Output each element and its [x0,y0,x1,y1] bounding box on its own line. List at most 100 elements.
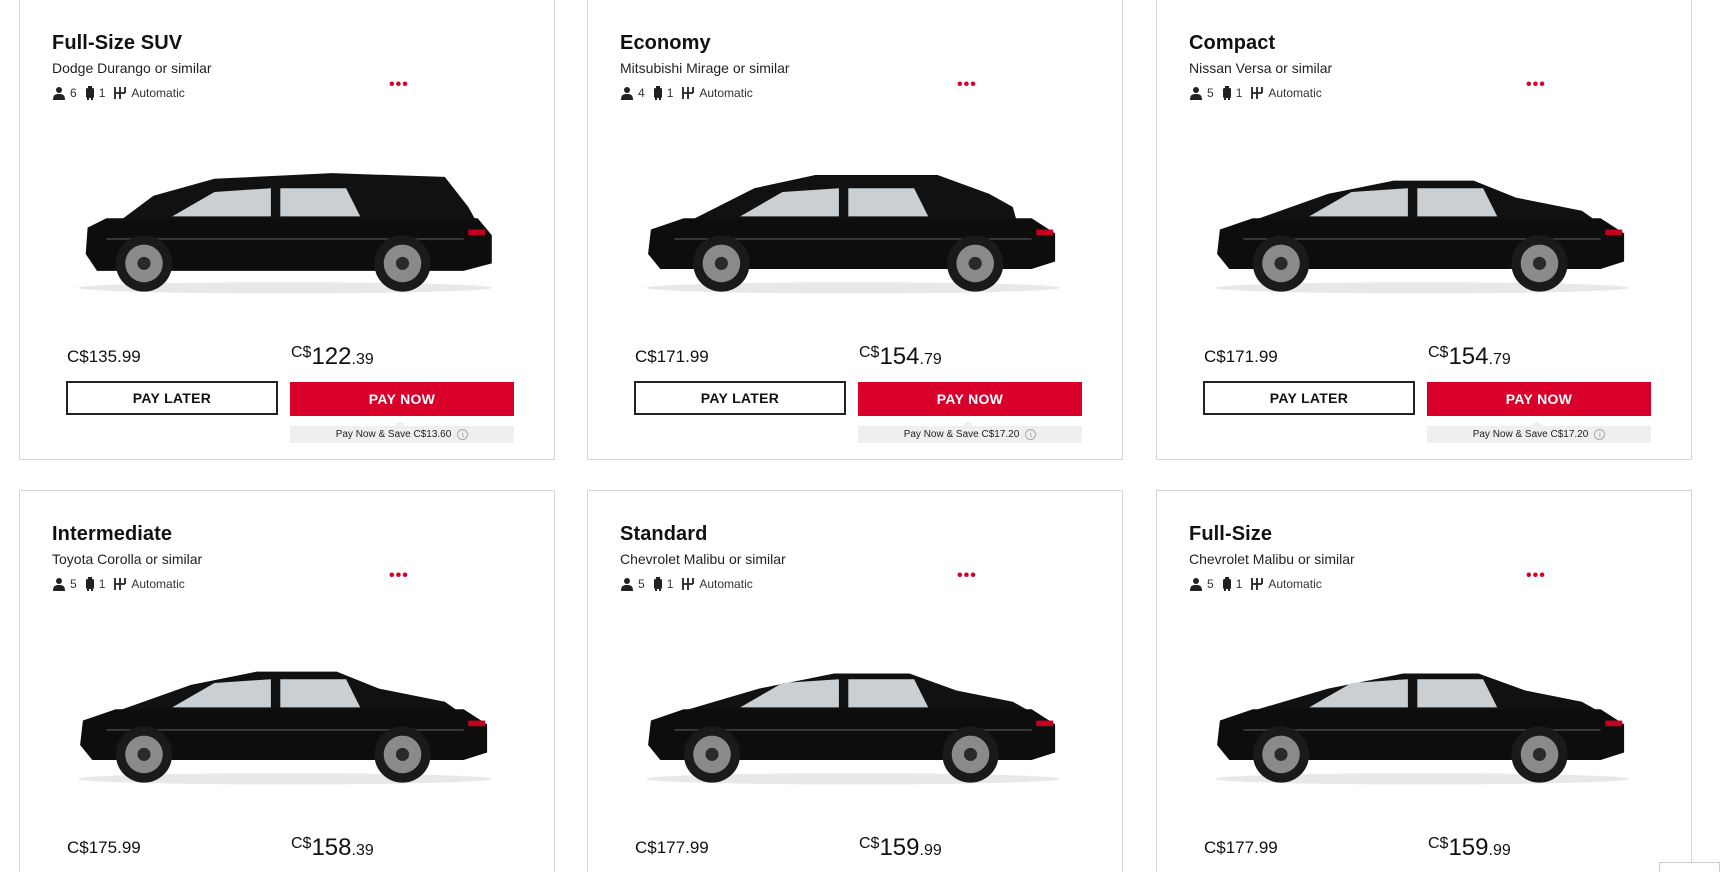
person-icon [620,577,638,591]
vehicle-card: Full-Size SUV Dodge Durango or similar 6 1 A… [19,0,555,460]
pay-later-button[interactable]: PAY LATER [1203,381,1415,415]
vehicle-model: Chevrolet Malibu or similar [620,551,786,567]
info-icon[interactable]: i [1594,429,1606,440]
gearshift-icon [1250,577,1268,591]
transmission-type: Automatic [1250,577,1322,591]
vehicle-model: Mitsubishi Mirage or similar [620,60,790,76]
pay-now-price: C$ 154.79 [859,343,942,371]
vehicle-model: Chevrolet Malibu or similar [1189,551,1355,567]
pay-now-button[interactable]: PAY NOW [290,382,514,416]
vehicle-category: Full-Size [1189,523,1273,545]
luggage-icon [653,86,667,100]
pay-later-button[interactable]: PAY LATER [634,381,846,415]
more-options-icon[interactable]: ••• [389,568,409,584]
transmission-type: Automatic [1250,86,1322,100]
savings-note: Pay Now & Save C$17.20 i [858,421,1082,443]
pay-now-whole: 159 [1448,834,1489,861]
luggage-icon [1222,577,1236,591]
pay-now-whole: 159 [879,834,920,861]
luggage-icon [85,86,99,100]
vehicle-category: Standard [620,523,708,545]
savings-note: Pay Now & Save C$17.20 i [1427,421,1651,443]
gearshift-icon [1250,86,1268,100]
info-icon[interactable]: i [457,429,469,440]
pay-now-currency: C$ [859,344,880,361]
pay-now-price: C$ 159.99 [859,834,942,862]
vehicle-category: Economy [620,32,711,54]
vehicle-card: Full-Size Chevrolet Malibu or similar 5 1 Au… [1156,490,1692,872]
pay-now-currency: C$ [859,835,880,852]
pay-later-button[interactable]: PAY LATER [66,381,278,415]
vehicle-image [618,603,1088,793]
luggage-icon [653,577,667,591]
pay-now-whole: 154 [1448,343,1489,370]
pay-later-price: C$171.99 [1204,347,1278,366]
passenger-count: 5 [1189,86,1214,100]
more-options-icon[interactable]: ••• [1526,568,1546,584]
vehicle-image [1187,603,1657,793]
passenger-count: 5 [620,577,645,591]
feedback-tab[interactable] [1659,862,1720,872]
vehicle-card: Intermediate Toyota Corolla or similar 5 1 A… [19,490,555,872]
bag-count: 1 [653,577,673,591]
vehicle-specs: 5 1 Automatic [52,577,193,591]
savings-note: Pay Now & Save C$13.60 i [290,421,514,443]
transmission-type: Automatic [681,86,753,100]
more-options-icon[interactable]: ••• [389,77,409,93]
info-icon[interactable]: i [1025,429,1037,440]
pay-later-price: C$175.99 [67,838,141,857]
luggage-icon [85,577,99,591]
pay-now-price: C$ 154.79 [1428,343,1511,371]
vehicle-specs: 5 1 Automatic [1189,577,1330,591]
person-icon [620,86,638,100]
pay-now-button[interactable]: PAY NOW [858,382,1082,416]
vehicle-image [1187,112,1657,302]
pay-now-cents: .99 [1488,842,1511,859]
pay-now-price: C$ 158.39 [291,834,374,862]
pay-now-price: C$ 159.99 [1428,834,1511,862]
vehicle-grid: Full-Size SUV Dodge Durango or similar 6 1 A… [0,0,1720,872]
more-options-icon[interactable]: ••• [957,77,977,93]
transmission-type: Automatic [113,86,185,100]
gearshift-icon [113,86,131,100]
person-icon [52,86,70,100]
passenger-count: 5 [52,577,77,591]
bag-count: 1 [85,577,105,591]
vehicle-image [50,112,520,302]
vehicle-model: Dodge Durango or similar [52,60,212,76]
pay-later-price: C$135.99 [67,347,141,366]
vehicle-card: Economy Mitsubishi Mirage or similar 4 1 Aut… [587,0,1123,460]
more-options-icon[interactable]: ••• [957,568,977,584]
vehicle-image [50,603,520,793]
person-icon [1189,86,1207,100]
transmission-type: Automatic [113,577,185,591]
vehicle-specs: 6 1 Automatic [52,86,193,100]
pay-now-currency: C$ [1428,835,1449,852]
pay-now-currency: C$ [1428,344,1449,361]
person-icon [1189,577,1207,591]
bag-count: 1 [85,86,105,100]
pay-now-button[interactable]: PAY NOW [1427,382,1651,416]
bag-count: 1 [1222,86,1242,100]
pay-now-whole: 158 [311,834,352,861]
luggage-icon [1222,86,1236,100]
vehicle-card: Compact Nissan Versa or similar 5 1 Automati… [1156,0,1692,460]
pay-now-cents: .79 [919,351,942,368]
gearshift-icon [681,86,699,100]
pay-now-cents: .99 [919,842,942,859]
pay-now-whole: 122 [311,343,352,370]
vehicle-model: Toyota Corolla or similar [52,551,203,567]
passenger-count: 5 [1189,577,1214,591]
gearshift-icon [681,577,699,591]
passenger-count: 6 [52,86,77,100]
vehicle-specs: 5 1 Automatic [620,577,761,591]
vehicle-image [618,112,1088,302]
vehicle-card: Standard Chevrolet Malibu or similar 5 1 Aut… [587,490,1123,872]
vehicle-category: Compact [1189,32,1276,54]
bag-count: 1 [653,86,673,100]
passenger-count: 4 [620,86,645,100]
pay-now-whole: 154 [879,343,920,370]
vehicle-model: Nissan Versa or similar [1189,60,1333,76]
vehicle-category: Full-Size SUV [52,32,183,54]
more-options-icon[interactable]: ••• [1526,77,1546,93]
